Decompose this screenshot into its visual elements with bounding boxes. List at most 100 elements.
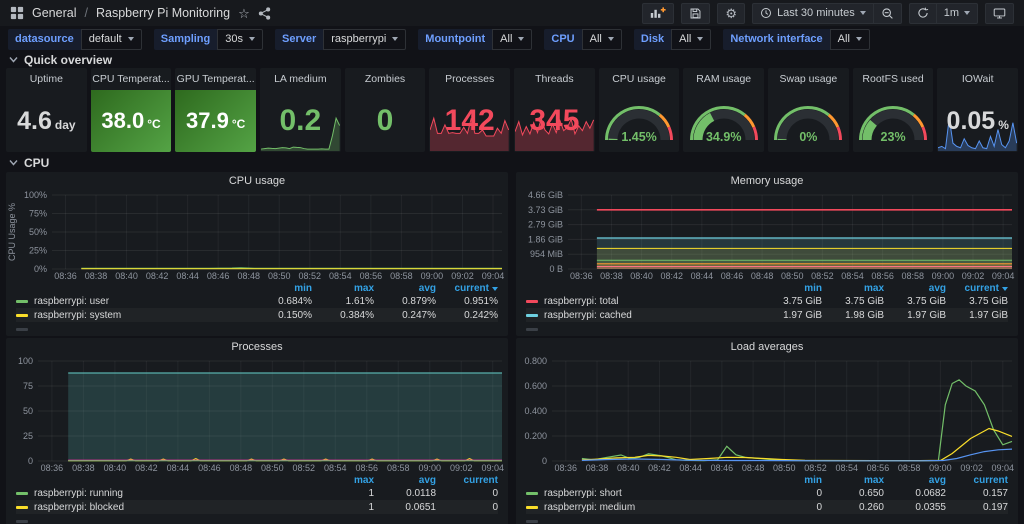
variable-value-dropdown[interactable]: 30s <box>217 29 263 50</box>
add-panel-button[interactable] <box>642 3 674 24</box>
stat-value: 142 <box>445 104 495 138</box>
legend-col-min[interactable]: min <box>250 283 312 294</box>
legend-value: 3.75 GiB <box>884 296 946 307</box>
charts-row-1: CPU usage 0%25%50%75%100%08:3608:3808:40… <box>0 170 1024 336</box>
legend-col-max[interactable]: max <box>822 475 884 486</box>
legend-value: 1 <box>312 502 374 513</box>
legend-col-max[interactable]: max <box>312 283 374 294</box>
variable-value-dropdown[interactable]: default <box>81 29 142 50</box>
svg-text:08:40: 08:40 <box>630 271 653 281</box>
panel-title[interactable]: Swap usage <box>768 68 849 90</box>
legend-col-current[interactable]: current <box>436 283 498 294</box>
star-icon[interactable]: ☆ <box>238 7 250 20</box>
memory-usage-plot[interactable]: 0 B954 MiB1.86 GiB2.79 GiB3.73 GiB4.66 G… <box>516 190 1018 282</box>
series-label[interactable]: raspberrypi: medium <box>544 502 760 513</box>
series-color-marker <box>526 328 538 331</box>
variable-value-dropdown[interactable]: All <box>492 29 532 50</box>
load-averages-plot[interactable]: 00.2000.4000.6000.80008:3608:3808:4008:4… <box>516 356 1018 474</box>
panel-title[interactable]: LA medium <box>260 68 341 90</box>
panel-title[interactable]: CPU usage <box>6 172 508 190</box>
panel-ram-usage-gauge: RAM usage 34.9% <box>683 68 764 152</box>
svg-text:25%: 25% <box>29 246 47 256</box>
series-color-marker <box>16 520 28 523</box>
save-dashboard-button[interactable] <box>681 3 710 24</box>
legend-value: 0.650 <box>822 488 884 499</box>
legend-col-current[interactable]: current <box>436 475 498 486</box>
series-label[interactable]: raspberrypi: blocked <box>34 502 312 513</box>
legend-col-current[interactable]: current <box>946 475 1008 486</box>
apps-grid-icon[interactable] <box>10 6 24 20</box>
svg-text:25: 25 <box>23 431 33 441</box>
dashboard-variables-row: datasource default Sampling 30s Server r… <box>0 26 1024 52</box>
sort-caret-icon <box>1002 287 1008 291</box>
svg-text:0: 0 <box>28 456 33 466</box>
legend-col-min[interactable]: min <box>760 475 822 486</box>
variable-value-dropdown[interactable]: All <box>671 29 711 50</box>
svg-text:08:58: 08:58 <box>901 271 924 281</box>
svg-text:08:36: 08:36 <box>54 271 77 281</box>
panel-title[interactable]: Uptime <box>6 68 87 90</box>
chevron-down-icon <box>518 37 524 41</box>
panel-title[interactable]: Memory usage <box>516 172 1018 190</box>
series-label[interactable]: raspberrypi: total <box>544 296 760 307</box>
legend-value: 0.0118 <box>374 488 436 499</box>
panel-title[interactable]: RootFS used <box>853 68 934 90</box>
legend-row: raspberrypi: blocked 1 0.0651 0 <box>16 500 498 514</box>
cpu-usage-plot[interactable]: 0%25%50%75%100%08:3608:3808:4008:4208:44… <box>6 190 508 282</box>
svg-text:08:50: 08:50 <box>781 271 804 281</box>
panel-title[interactable]: Load averages <box>516 338 1018 356</box>
gauge: 34.9% <box>683 98 764 144</box>
panel-title[interactable]: CPU Temperat... <box>91 68 172 90</box>
series-label[interactable]: raspberrypi: cached <box>544 310 760 321</box>
series-label[interactable]: raspberrypi: running <box>34 488 312 499</box>
dashboard-settings-button[interactable]: ⚙ <box>717 3 745 24</box>
section-quick-overview[interactable]: Quick overview <box>0 52 1024 67</box>
breadcrumb-section[interactable]: General <box>32 6 76 20</box>
panel-title[interactable]: GPU Temperat... <box>175 68 256 90</box>
svg-text:50: 50 <box>23 406 33 416</box>
panel-title[interactable]: Threads <box>514 68 595 90</box>
share-icon[interactable] <box>258 7 271 20</box>
series-label[interactable]: raspberrypi: user <box>34 296 250 307</box>
legend-value: 0 <box>436 502 498 513</box>
panel-cpu-usage-gauge: CPU usage 1.45% <box>599 68 680 152</box>
processes-plot[interactable]: 025507510008:3608:3808:4008:4208:4408:46… <box>6 356 508 474</box>
section-cpu[interactable]: CPU <box>0 155 1024 170</box>
series-label[interactable]: raspberrypi: short <box>544 488 760 499</box>
legend-col-max[interactable]: max <box>312 475 374 486</box>
legend-value: 0.0355 <box>884 502 946 513</box>
svg-text:08:52: 08:52 <box>804 463 827 473</box>
variable-label: Mountpoint <box>418 29 492 50</box>
series-color-marker <box>526 300 538 303</box>
time-range-picker[interactable]: Last 30 minutes <box>752 3 874 24</box>
legend-col-avg[interactable]: avg <box>374 283 436 294</box>
panel-title[interactable]: Processes <box>429 68 510 90</box>
legend-col-max[interactable]: max <box>822 283 884 294</box>
variable-sampling: Sampling 30s <box>154 29 263 50</box>
legend-col-current[interactable]: current <box>946 283 1008 294</box>
chevron-down-icon <box>9 56 18 63</box>
svg-text:08:54: 08:54 <box>841 271 864 281</box>
series-label[interactable]: raspberrypi: system <box>34 310 250 321</box>
zoom-out-time-button[interactable] <box>874 3 902 24</box>
panel-cpu-usage-graph: CPU usage 0%25%50%75%100%08:3608:3808:40… <box>6 172 508 336</box>
variable-value-dropdown[interactable]: All <box>830 29 870 50</box>
panel-title[interactable]: Zombies <box>345 68 426 90</box>
refresh-button[interactable] <box>909 3 937 24</box>
legend-col-avg[interactable]: avg <box>884 475 946 486</box>
legend-col-min[interactable]: min <box>760 283 822 294</box>
refresh-interval-picker[interactable]: 1m <box>937 3 978 24</box>
legend-col-avg[interactable]: avg <box>884 283 946 294</box>
svg-text:0 B: 0 B <box>549 264 563 274</box>
variable-value-dropdown[interactable]: raspberrypi <box>323 29 406 50</box>
panel-title[interactable]: IOWait <box>937 68 1018 90</box>
variable-value-dropdown[interactable]: All <box>582 29 622 50</box>
panel-title[interactable]: CPU usage <box>599 68 680 90</box>
kiosk-mode-button[interactable] <box>985 3 1014 24</box>
panel-title[interactable]: Processes <box>6 338 508 356</box>
legend-row: raspberrypi: user 0.684% 1.61% 0.879% 0.… <box>16 294 498 308</box>
series-color-marker <box>526 506 538 509</box>
legend-header: min max avg current <box>526 282 1008 294</box>
legend-col-avg[interactable]: avg <box>374 475 436 486</box>
panel-title[interactable]: RAM usage <box>683 68 764 90</box>
